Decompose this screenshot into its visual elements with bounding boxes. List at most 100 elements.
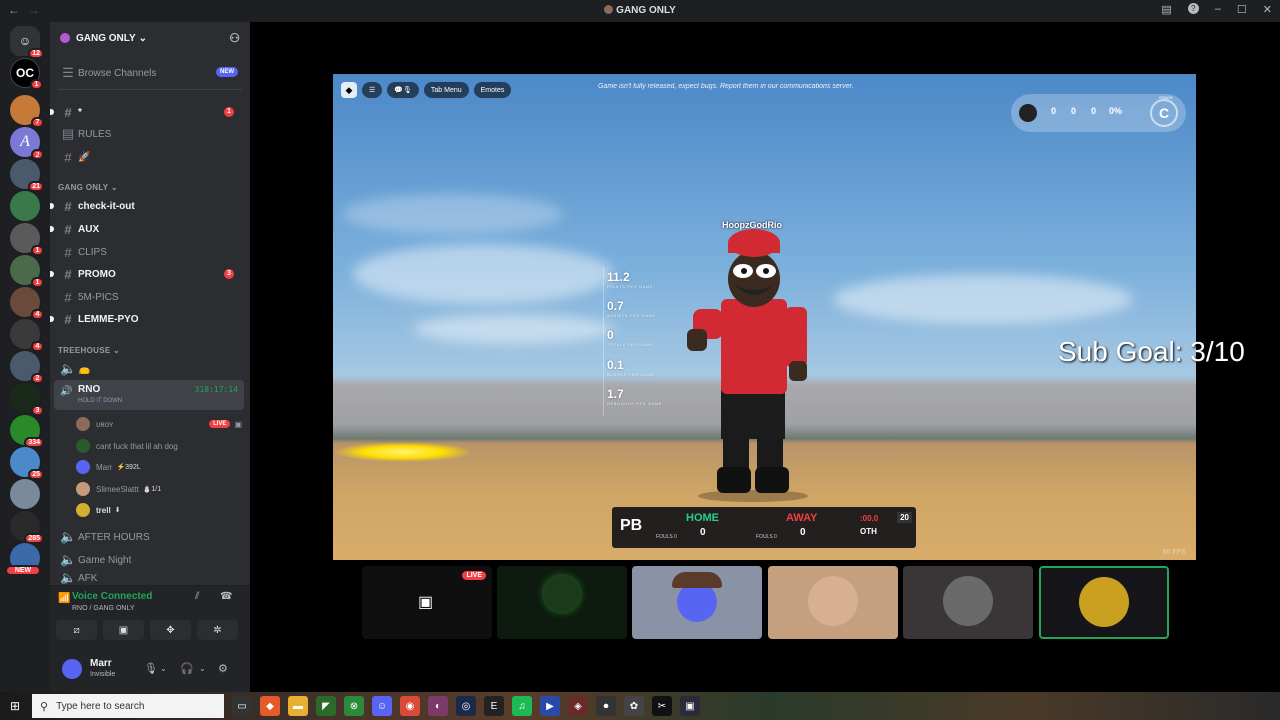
close-icon[interactable]: ✕ xyxy=(1263,3,1272,16)
avatar[interactable] xyxy=(62,659,82,679)
steam-icon[interactable]: ◎ xyxy=(456,696,476,716)
call-timer: 318:17:14 xyxy=(194,385,238,394)
channel-clips[interactable]: # CLIPS xyxy=(58,242,242,262)
voice-user[interactable]: cant fuck that lil ah dog xyxy=(76,436,242,456)
headphones-icon[interactable]: 🎧 xyxy=(180,662,194,675)
voice-channel-afk[interactable]: 🔈 AFK xyxy=(58,572,242,584)
browse-icon: ☰ xyxy=(62,65,74,80)
invite-icon[interactable]: ⚇ xyxy=(229,31,240,45)
server-icon[interactable] xyxy=(10,191,40,221)
discord-icon[interactable]: ☺ xyxy=(372,696,392,716)
minimize-icon[interactable]: – xyxy=(1215,3,1221,16)
channel-rocket[interactable]: # 🚀 xyxy=(58,147,242,167)
channel-5m-pics[interactable]: #5M-PICS xyxy=(58,287,242,307)
roblox-menu-icon[interactable]: ◆ xyxy=(341,82,357,98)
spotify-icon[interactable]: ♫ xyxy=(512,696,532,716)
stream-video[interactable]: ◆ ☰ 💬🎙 Tab Menu Emotes Game isn't fully … xyxy=(333,74,1196,560)
server-icon[interactable]: 4 xyxy=(10,287,44,320)
help-icon[interactable]: ? xyxy=(1187,3,1199,14)
channel-promo[interactable]: # PROMO 3 xyxy=(50,264,242,284)
server-icon[interactable]: 3 xyxy=(10,383,44,416)
voice-user[interactable]: Marr ⚡392L xyxy=(76,457,242,477)
server-icon[interactable]: A2 xyxy=(10,127,44,160)
monitor-icon[interactable]: ▣ xyxy=(680,696,700,716)
voice-location[interactable]: RNO / GANG ONLY xyxy=(72,605,135,612)
file-explorer-icon[interactable]: ▬ xyxy=(288,696,308,716)
channel-rules[interactable]: ▤ RULES xyxy=(58,124,242,144)
category-gang-only[interactable]: GANG ONLY ⌄ xyxy=(58,183,118,192)
task-view-icon[interactable]: ▭ xyxy=(232,696,252,716)
playstation-icon[interactable]: ▶ xyxy=(540,696,560,716)
browse-channels[interactable]: ☰ Browse Channels NEW xyxy=(58,63,242,83)
hamburger-menu-icon[interactable]: ☰ xyxy=(362,82,383,98)
channel-check-it-out[interactable]: # check-it-out xyxy=(50,196,242,216)
participant-tile[interactable] xyxy=(632,566,762,639)
participant-tile[interactable] xyxy=(497,566,627,639)
home-button[interactable]: ☺ 12 xyxy=(10,26,44,59)
voice-channel-game-night[interactable]: 🔈 Game Night xyxy=(58,550,242,570)
server-icon[interactable]: 285 xyxy=(10,511,44,544)
tab-menu-button[interactable]: Tab Menu xyxy=(423,82,469,98)
server-icon[interactable]: 2 xyxy=(10,351,44,384)
noise-suppression-icon[interactable]: ⫽ xyxy=(195,591,199,602)
share-screen-button[interactable]: ▣ xyxy=(103,620,144,640)
channel-lemme-pyo[interactable]: # LEMME-PYO xyxy=(50,309,242,329)
nvidia-icon[interactable]: ◤ xyxy=(316,696,336,716)
hash-icon: # xyxy=(64,221,72,237)
server-icon[interactable]: 1 xyxy=(10,255,44,288)
participant-tile[interactable]: LIVE ▣ xyxy=(362,566,492,639)
app-icon[interactable]: ◐ xyxy=(428,696,448,716)
voice-user[interactable]: trell ⬇ xyxy=(76,500,242,520)
server-icon[interactable]: 21 xyxy=(10,159,44,192)
voice-user[interactable]: ᴜʀᴏʏ LIVE ▣ xyxy=(76,414,242,434)
chevron-down-icon[interactable]: ⌄ xyxy=(199,664,206,673)
activity-status: ⚡392L xyxy=(116,464,141,471)
voice-status[interactable]: Voice Connected xyxy=(72,591,152,602)
participant-tile[interactable] xyxy=(903,566,1033,639)
server-icon[interactable]: 7 xyxy=(10,95,44,128)
channel-star[interactable]: # * 1 xyxy=(50,102,242,122)
emotes-button[interactable]: Emotes xyxy=(473,82,512,98)
capcut-icon[interactable]: ✂ xyxy=(652,696,672,716)
participant-tile[interactable] xyxy=(768,566,898,639)
disconnect-icon[interactable]: ☎ xyxy=(220,591,232,602)
epic-games-icon[interactable]: E xyxy=(484,696,504,716)
taskbar-search[interactable]: ⚲ Type here to search xyxy=(32,694,224,718)
app-icon[interactable]: ✿ xyxy=(624,696,644,716)
activities-button[interactable]: ✥ xyxy=(150,620,191,640)
chrome-icon[interactable]: ◉ xyxy=(400,696,420,716)
windows-start-icon[interactable]: ⊞ xyxy=(10,699,20,713)
settings-gear-icon[interactable]: ⚙ xyxy=(218,662,228,675)
camera-off-button[interactable]: ⧄ xyxy=(56,620,97,640)
microphone-icon[interactable]: 🎙 xyxy=(144,662,158,675)
voice-user[interactable]: SlimeeSlattt ⛄1/1 xyxy=(76,479,242,499)
server-icon[interactable]: 1 xyxy=(10,223,44,256)
chevron-down-icon[interactable]: ⌄ xyxy=(160,664,167,673)
away-score: 0 xyxy=(800,527,806,538)
chat-mic-icon[interactable]: 💬🎙 xyxy=(387,82,419,98)
category-treehouse[interactable]: TREEHOUSE ⌄ xyxy=(58,346,120,355)
username[interactable]: Marr xyxy=(90,658,112,669)
server-icon[interactable]: 334 xyxy=(10,415,44,448)
server-icon[interactable]: 25 xyxy=(10,447,44,480)
voice-channel-after-hours[interactable]: 🔈 AFTER HOURS xyxy=(58,527,242,547)
voice-channel-rno[interactable]: 🔊 RNO HOLD IT DOWN 318:17:14 xyxy=(54,380,244,410)
mention-badge: 3 xyxy=(224,269,234,279)
inbox-icon[interactable]: ▤ xyxy=(1161,3,1171,16)
app-icon[interactable]: ◈ xyxy=(568,696,588,716)
hash-icon: # xyxy=(64,266,72,282)
obs-icon[interactable]: ⏺ xyxy=(596,696,616,716)
soundboard-button[interactable]: ✲ xyxy=(197,620,238,640)
channel-aux[interactable]: # AUX xyxy=(50,219,242,239)
server-icon[interactable]: 4 xyxy=(10,319,44,352)
server-icon[interactable] xyxy=(10,479,40,509)
server-header[interactable]: GANG ONLY ⌄ ⚇ xyxy=(50,22,250,54)
xbox-icon[interactable]: ⊗ xyxy=(344,696,364,716)
participant-tile[interactable] xyxy=(1039,566,1169,639)
voice-channel-bag[interactable]: 🔈 👝 xyxy=(58,359,242,379)
maximize-icon[interactable]: ☐ xyxy=(1237,3,1247,16)
beta-notice: Game isn't fully released, expect bugs. … xyxy=(598,83,854,90)
server-icon[interactable]: OC 1 xyxy=(10,58,43,90)
brave-icon[interactable]: ◆ xyxy=(260,696,280,716)
server-icon[interactable]: NEW xyxy=(5,543,41,576)
